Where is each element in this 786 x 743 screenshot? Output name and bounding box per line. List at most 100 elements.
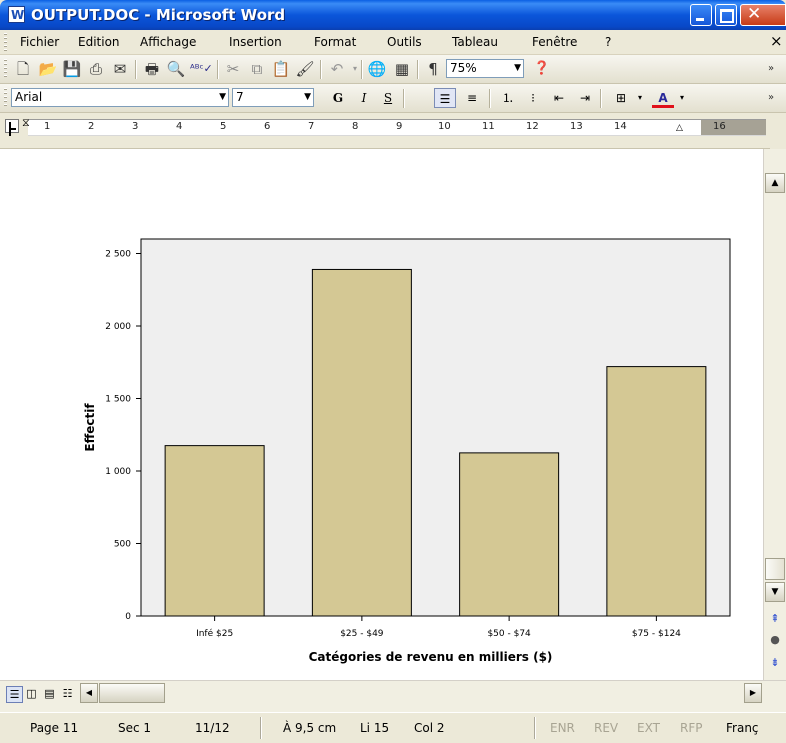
numbering-button[interactable]: ⒈ — [497, 88, 519, 108]
email-icon[interactable]: ✉ — [109, 58, 131, 80]
paste-icon[interactable]: 📋 — [270, 58, 292, 80]
show-formatting-icon[interactable]: ¶ — [422, 58, 444, 80]
toolbar-grip[interactable] — [4, 88, 7, 108]
font-value: Arial — [15, 90, 43, 104]
spelling-icon[interactable]: ᴬᴮᶜ✓ — [190, 58, 213, 80]
font-color-icon: A — [658, 91, 668, 105]
document-close-button[interactable]: × — [770, 32, 783, 50]
borders-dropdown[interactable]: ▾ — [634, 88, 646, 108]
word-doc-icon[interactable]: W — [8, 6, 25, 23]
ruler-band[interactable]: ⧖ △ 1 2 3 4 5 6 7 8 9 10 11 12 13 14 16 — [22, 116, 766, 136]
menu-edition[interactable]: Edition — [78, 35, 120, 49]
font-select[interactable]: Arial ▼ — [11, 88, 229, 107]
permission-icon[interactable]: ⎙ — [85, 58, 107, 80]
menu-fenetre[interactable]: Fenêtre — [532, 35, 577, 49]
hyperlink-icon[interactable]: 🌐 — [366, 58, 388, 80]
first-line-indent-icon[interactable]: ⧖ — [22, 116, 30, 130]
menubar-grip[interactable] — [4, 33, 7, 51]
bold-button[interactable]: G — [327, 88, 349, 108]
border-icon: ⊞ — [615, 91, 627, 105]
status-rfp[interactable]: RFP — [680, 721, 702, 735]
italic-button[interactable]: I — [353, 88, 375, 108]
new-document-icon[interactable]: 🗋 — [12, 58, 34, 80]
horizontal-ruler[interactable]: ⧖ △ 1 2 3 4 5 6 7 8 9 10 11 12 13 14 16 — [0, 114, 770, 149]
toolbar-options-icon[interactable]: » — [760, 87, 782, 109]
menu-fichier[interactable]: Fichier — [20, 35, 59, 49]
menu-outils[interactable]: Outils — [387, 35, 422, 49]
ruler-label: 12 — [526, 121, 539, 132]
bar-1 — [311, 268, 412, 617]
save-icon[interactable]: 💾 — [61, 58, 83, 80]
print-icon[interactable]: 🖶 — [141, 58, 163, 80]
zoom-value: 75% — [450, 61, 477, 75]
arrow-down-icon: ▼ — [771, 587, 779, 597]
x-tick-label: Infé $25 — [196, 628, 233, 639]
outline-view-icon[interactable]: ☷ — [60, 686, 75, 701]
maximize-button[interactable] — [715, 4, 737, 26]
ruler-label: 13 — [570, 121, 583, 132]
bullets-button[interactable]: ⁝ — [522, 88, 544, 108]
arrow-up-icon: ▲ — [771, 178, 779, 188]
open-folder-icon[interactable]: 📂 — [37, 58, 59, 80]
menu-format[interactable]: Format — [314, 35, 356, 49]
zoom-select[interactable]: 75% ▼ — [446, 59, 524, 78]
print-preview-icon[interactable]: 🔍 — [165, 58, 187, 80]
previous-page-icon[interactable]: ⇞ — [767, 612, 783, 625]
align-center-button[interactable]: ≡ — [461, 88, 483, 108]
menu-affichage[interactable]: Affichage — [140, 35, 196, 49]
chevron-down-icon: ▼ — [219, 92, 226, 102]
scroll-up-button[interactable]: ▲ — [765, 173, 785, 193]
copy-icon[interactable]: ⧉ — [246, 58, 268, 80]
y-tick-label: 1 000 — [105, 467, 131, 477]
scroll-thumb[interactable] — [765, 558, 785, 580]
cut-icon[interactable]: ✂ — [222, 58, 244, 80]
underline-button[interactable]: S — [377, 88, 399, 108]
vertical-scrollbar[interactable]: ▲ ▼ ⇞ ● ⇟ — [763, 149, 786, 680]
toolbar-grip[interactable] — [4, 59, 7, 79]
toolbar-separator — [135, 60, 136, 79]
format-painter-icon[interactable]: 🖌 — [294, 58, 316, 80]
status-ext[interactable]: EXT — [637, 721, 660, 735]
minimize-button[interactable] — [690, 4, 712, 26]
y-tick-label: 0 — [125, 612, 131, 622]
scroll-down-button[interactable]: ▼ — [765, 582, 785, 602]
insert-table-icon[interactable]: ▦ — [391, 58, 413, 80]
toolbar-separator — [417, 60, 418, 79]
toolbar-separator — [489, 89, 490, 108]
menu-tableau[interactable]: Tableau — [452, 35, 498, 49]
scroll-left-button[interactable]: ◀ — [80, 683, 98, 703]
status-enr[interactable]: ENR — [550, 721, 575, 735]
next-page-icon[interactable]: ⇟ — [767, 656, 783, 669]
close-button[interactable]: ✕ — [740, 4, 786, 26]
menu-insertion[interactable]: Insertion — [229, 35, 282, 49]
web-layout-view-icon[interactable]: ◫ — [24, 686, 39, 701]
bar-3 — [606, 366, 707, 617]
print-layout-view-icon[interactable]: ▤ — [42, 686, 57, 701]
font-color-dropdown[interactable]: ▾ — [676, 88, 688, 108]
toolbar-separator — [217, 60, 218, 79]
title-bar[interactable]: W OUTPUT.DOC - Microsoft Word ✕ — [0, 0, 786, 30]
formatting-toolbar: Arial ▼ 7 ▼ G I S ☰ ≡ ⒈ ⁝ ⇤ ⇥ ⊞ ▾ A ▾ » — [0, 84, 786, 113]
normal-view-icon[interactable]: ☰ — [6, 686, 23, 703]
tab-selector-icon[interactable] — [5, 119, 19, 133]
decrease-indent-button[interactable]: ⇤ — [548, 88, 570, 108]
select-browse-object-icon[interactable]: ● — [767, 633, 783, 646]
right-indent-icon[interactable]: △ — [676, 123, 683, 133]
undo-dropdown-icon[interactable]: ▾ — [344, 58, 366, 80]
toolbar-options-icon[interactable]: » — [760, 58, 782, 80]
status-position: À 9,5 cm — [283, 721, 337, 735]
font-size-select[interactable]: 7 ▼ — [232, 88, 314, 107]
help-icon[interactable]: ❓ — [531, 58, 553, 80]
horizontal-scroll-thumb[interactable] — [99, 683, 165, 703]
borders-button[interactable]: ⊞ — [610, 88, 632, 108]
scroll-right-button[interactable]: ▶ — [744, 683, 762, 703]
menu-help[interactable]: ? — [605, 35, 611, 49]
increase-indent-button[interactable]: ⇥ — [574, 88, 596, 108]
font-color-button[interactable]: A — [652, 88, 674, 108]
chevron-down-icon: ▼ — [304, 92, 311, 102]
y-tick-label: 2 000 — [105, 322, 131, 332]
status-rev[interactable]: REV — [594, 721, 618, 735]
status-page: Page 11 — [30, 721, 79, 735]
align-left-button[interactable]: ☰ — [434, 88, 456, 108]
status-divider — [534, 717, 535, 739]
